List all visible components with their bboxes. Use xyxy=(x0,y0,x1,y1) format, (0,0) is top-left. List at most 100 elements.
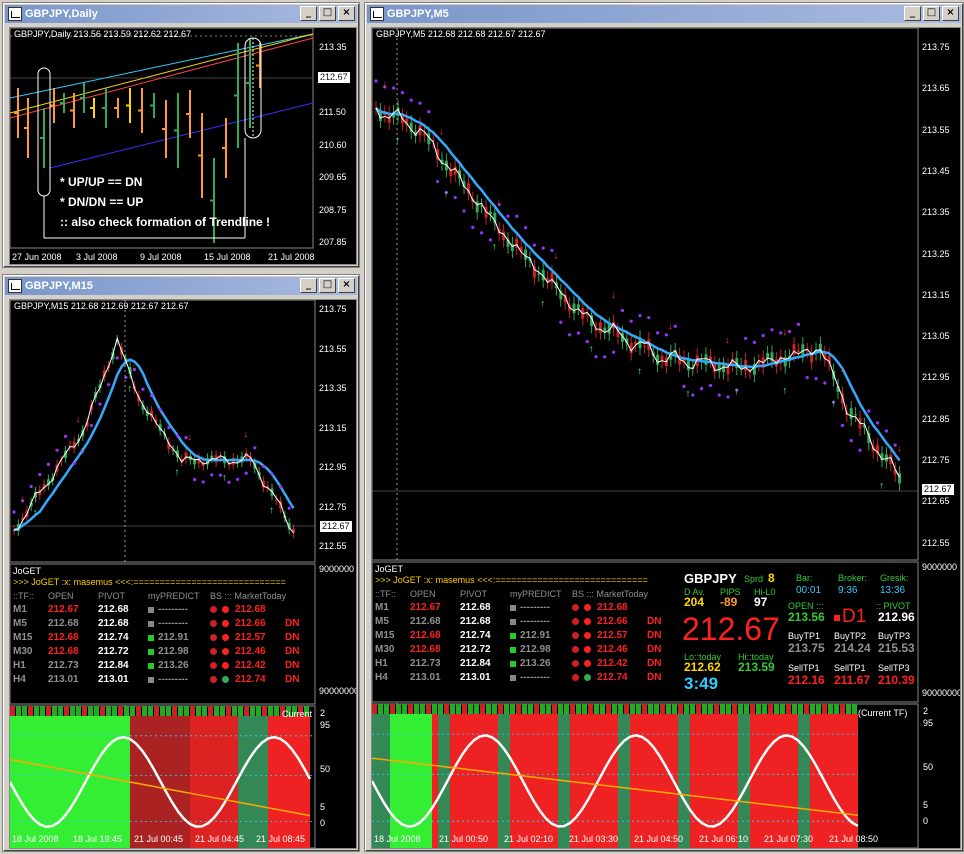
m5-scale-top: 9000000 xyxy=(922,562,958,572)
daily-chart-area[interactable]: GBPJPY,Daily 213.56 213.59 212.62 212.67… xyxy=(9,27,357,265)
joget-header: ::TF:: xyxy=(13,591,34,601)
psar-dot xyxy=(858,448,862,452)
osc-header-bar xyxy=(678,704,683,714)
m5-titlebar[interactable]: GBPJPY,M5 _ □ × xyxy=(367,5,961,23)
psar-dot xyxy=(612,350,616,354)
osc-tick: 50 xyxy=(923,762,934,772)
psar-dot xyxy=(524,226,528,230)
osc-header-bar xyxy=(516,704,521,714)
osc-header-bar xyxy=(816,704,821,714)
tf-label: M15 xyxy=(13,632,33,643)
buy-arrow: ↑ xyxy=(222,473,227,484)
psar-dot xyxy=(261,464,265,468)
close-button[interactable]: × xyxy=(338,278,355,293)
osc-header-bar xyxy=(666,704,671,714)
axis-tick: 212.65 xyxy=(922,496,950,507)
psar-dot xyxy=(124,375,128,379)
direction-label: DN xyxy=(647,630,662,641)
close-button[interactable]: × xyxy=(338,6,355,21)
psar-dot xyxy=(72,461,76,465)
lo-value: 212.62 xyxy=(684,660,721,674)
joget-header: ::TF:: xyxy=(375,589,396,599)
osc-header-bar xyxy=(702,704,707,714)
pivot-value: 212.84 xyxy=(460,658,491,669)
axis-tick: 213.35 xyxy=(922,207,950,218)
sell-value-3: 210.39 xyxy=(878,673,915,687)
note-line-3: :: also check formation of Trendline ! xyxy=(60,215,271,229)
osc-header-bar xyxy=(184,706,189,716)
maximize-button[interactable]: □ xyxy=(923,6,940,21)
m15-chart-area[interactable]: GBPJPY,M15 212.68 212.69 212.67 212.67 ↓… xyxy=(9,299,357,849)
osc-bar xyxy=(846,714,852,848)
osc-header-bar xyxy=(142,706,147,716)
axis-tick: 21 Jul 02:10 xyxy=(504,834,554,844)
psar-dot xyxy=(664,333,668,337)
open-value: 213.01 xyxy=(48,674,79,685)
minimize-button[interactable]: _ xyxy=(300,278,317,293)
axis-tick: 18 Jul 2008 xyxy=(12,834,59,844)
minimize-button[interactable]: _ xyxy=(300,6,317,21)
market-value: 212.46 xyxy=(235,646,266,657)
open-value: 212.68 xyxy=(410,644,441,655)
maximize-button[interactable]: □ xyxy=(319,278,336,293)
predict-value: 212.91 xyxy=(158,632,189,643)
joget-header: OPEN xyxy=(410,589,436,599)
m15-titlebar[interactable]: GBPJPY,M15 _ □ × xyxy=(5,277,357,295)
osc-header-bar xyxy=(70,706,75,716)
m15-chart-window[interactable]: GBPJPY,M15 _ □ × GBPJPY,M15 212.68 212.69 … xyxy=(2,274,360,852)
sell-arrow: ↓ xyxy=(782,327,787,338)
osc-header-bar xyxy=(744,704,749,714)
osc-header-bar xyxy=(786,704,791,714)
osc-header-bar xyxy=(76,706,81,716)
maximize-button[interactable]: □ xyxy=(319,6,336,21)
osc-header-bar xyxy=(834,704,839,714)
tf-label: M30 xyxy=(13,646,33,657)
pivot-value: 212.72 xyxy=(460,644,491,655)
psar-dot xyxy=(541,246,545,250)
close-button[interactable]: × xyxy=(942,6,959,21)
osc-header-bar xyxy=(34,706,39,716)
daily-chart-window[interactable]: GBPJPY,Daily _ □ × GBPJPY,Daily 213.56 213… xyxy=(2,2,360,268)
psar-dot xyxy=(141,387,145,391)
big-price: 212.67 xyxy=(682,611,780,647)
osc-header-bar xyxy=(16,706,21,716)
candle-body xyxy=(796,350,800,353)
osc-header-bar xyxy=(534,704,539,714)
candle-body xyxy=(422,133,426,136)
osc-header-bar xyxy=(498,704,503,714)
osc-header-bar xyxy=(636,704,641,714)
psar-dot xyxy=(270,472,274,476)
open-value: 212.73 xyxy=(48,660,79,671)
sell-arrow: ↓ xyxy=(439,127,444,138)
psar-dot xyxy=(594,355,598,359)
osc-header-bar xyxy=(672,704,677,714)
d1-label: D1 xyxy=(842,606,867,627)
osc-header-bar xyxy=(396,704,401,714)
bar-value: 00:01 xyxy=(796,585,822,596)
direction-label: DN xyxy=(285,632,300,643)
m5-chart-window[interactable]: GBPJPY,M5 _ □ × GBPJPY,M5 212.68 212.68 21… xyxy=(364,2,964,852)
osc-header-bar xyxy=(708,704,713,714)
axis-tick: 212.75 xyxy=(319,501,347,512)
buy-value-1: 213.75 xyxy=(788,641,825,655)
axis-tick: 212.45 xyxy=(319,74,347,85)
sell-arrow: ↓ xyxy=(76,414,81,425)
osc-header-bar xyxy=(172,706,177,716)
osc-header-bar xyxy=(148,706,153,716)
psar-dot xyxy=(244,471,248,475)
osc-header-bar xyxy=(504,704,509,714)
minimize-button[interactable]: _ xyxy=(904,6,921,21)
m5-chart-area[interactable]: GBPJPY,M5 212.68 212.68 212.67 212.67 ↓ ↑… xyxy=(371,27,961,849)
open-value: 212.68 xyxy=(48,632,79,643)
psar-dot xyxy=(374,79,378,83)
sell-arrow: ↓ xyxy=(611,290,616,301)
joget-header: BS ::: MarketToday xyxy=(572,589,649,599)
osc-header-bar xyxy=(408,704,413,714)
osc-header-bar xyxy=(798,704,803,714)
osc-header-bar xyxy=(570,704,575,714)
osc-bar xyxy=(696,714,702,848)
daily-titlebar[interactable]: GBPJPY,Daily _ □ × xyxy=(5,5,357,23)
open-value: 213.56 xyxy=(788,610,825,624)
axis-tick: 21 Jul 00:45 xyxy=(134,834,184,844)
osc-header-bar xyxy=(52,706,57,716)
